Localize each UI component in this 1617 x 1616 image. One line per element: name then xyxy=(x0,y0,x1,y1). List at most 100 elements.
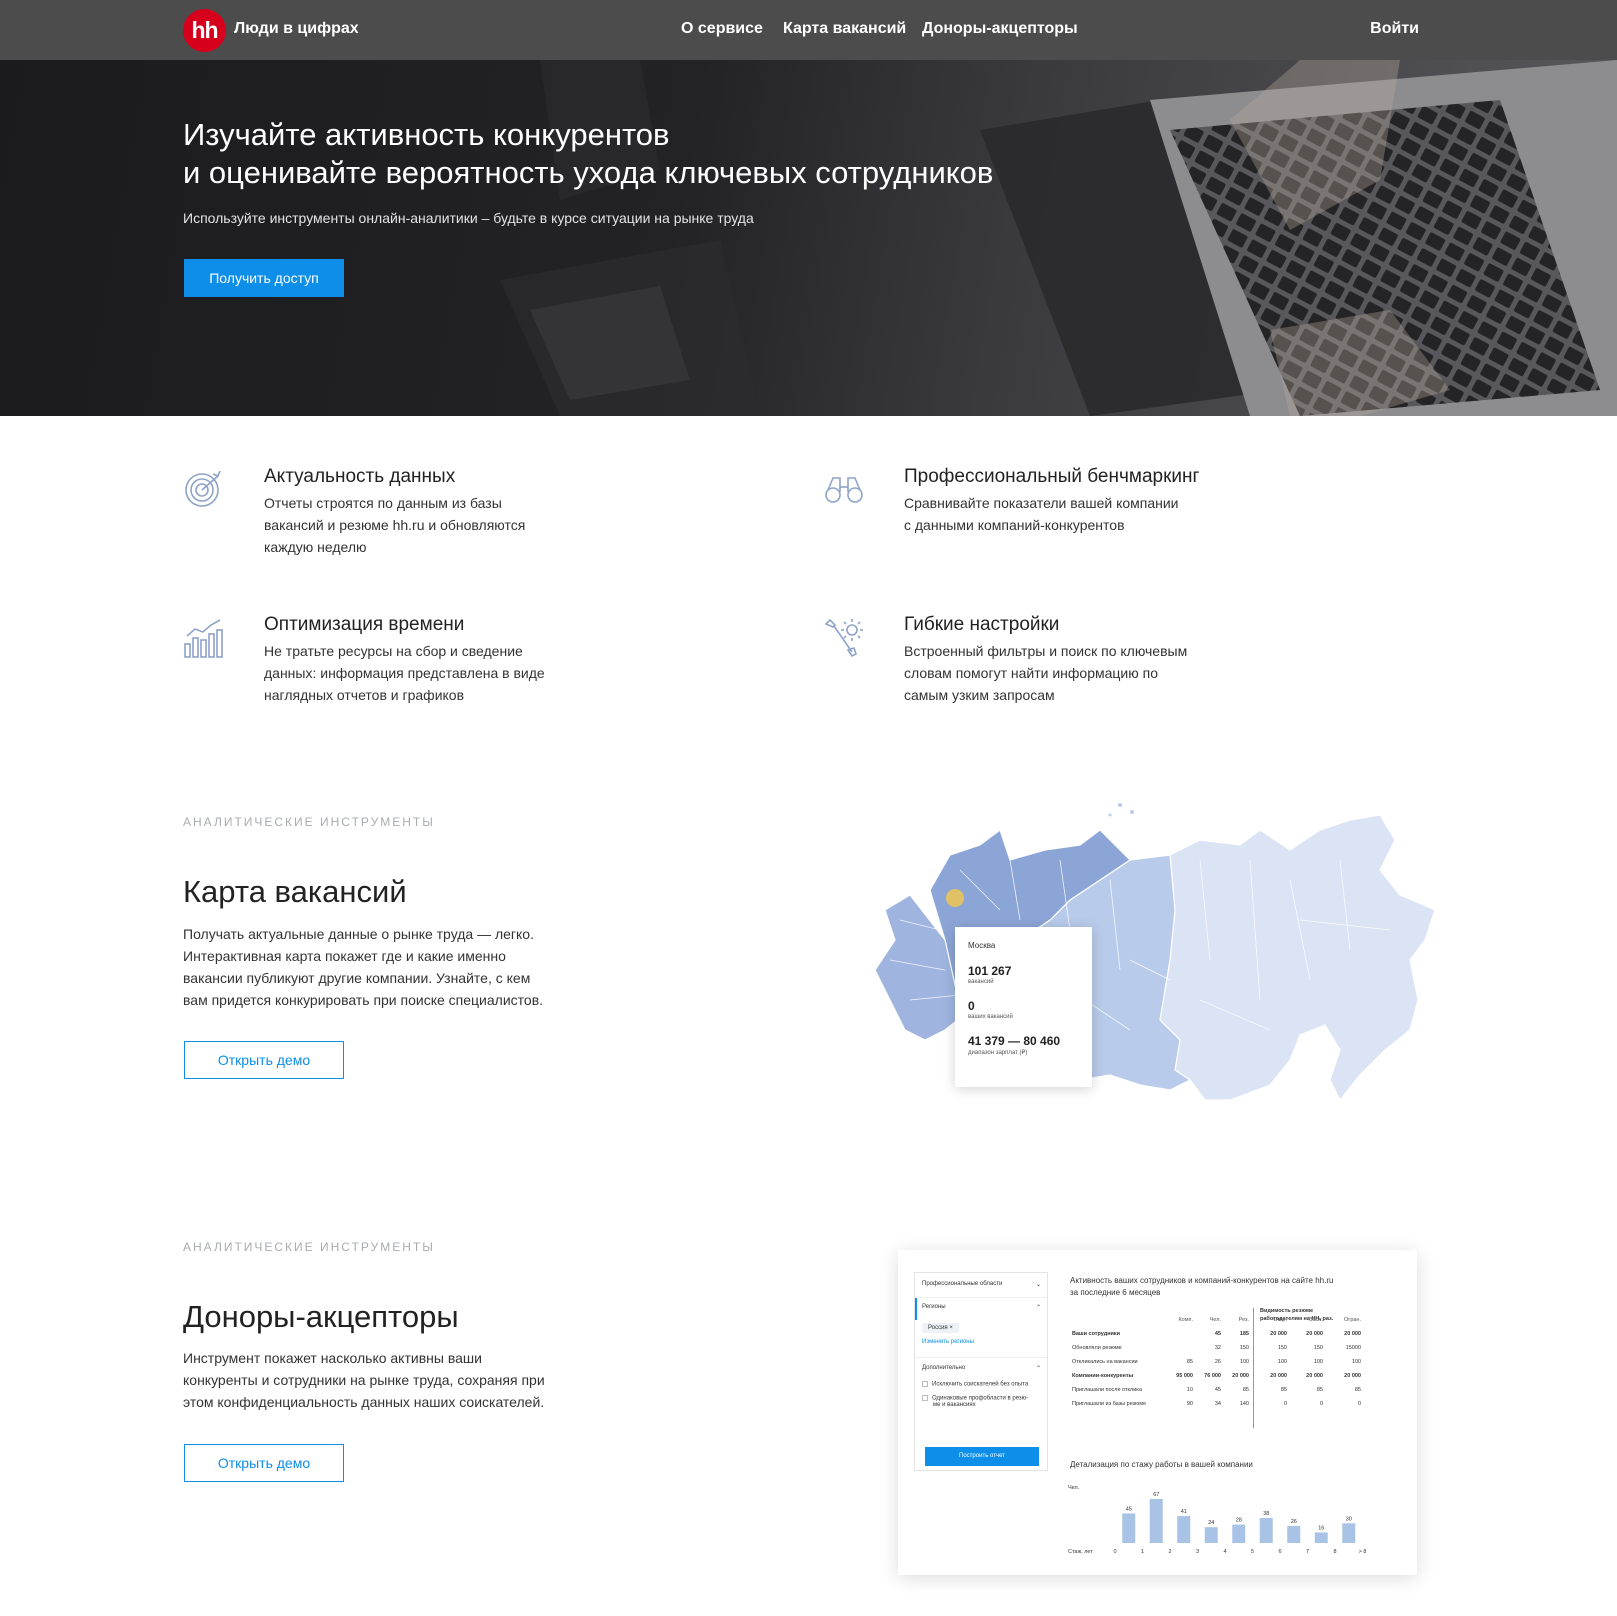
table-cell: 20 000 xyxy=(1232,1373,1249,1379)
moscow-marker[interactable] xyxy=(946,889,964,907)
table-cell: 95 000 xyxy=(1176,1373,1193,1379)
remove-icon[interactable]: × xyxy=(949,1325,953,1331)
table-cell: 185 xyxy=(1239,1331,1249,1337)
experience-chart-title: Детализация по стажу работы в вашей комп… xyxy=(1070,1460,1253,1469)
hh-logo[interactable]: hh xyxy=(183,9,226,52)
x-tick-label: 1 xyxy=(1141,1549,1144,1555)
option-label: Одинаковые профобласти в резю- xyxy=(932,1395,1029,1402)
tooltip-your-vacancies-label: ваших вакансий xyxy=(968,1014,1013,1020)
table-cell xyxy=(1164,1341,1196,1355)
bar-3[interactable] xyxy=(1204,1527,1218,1543)
feature-line: вакансий и резюме hh.ru и обновляются xyxy=(264,517,526,533)
hero-laptop-image xyxy=(500,60,1617,416)
feature-line: Встроенный фильтры и поиск по ключевым xyxy=(904,643,1188,659)
donors-section-eyebrow: АНАЛИТИЧЕСКИЕ ИНСТРУМЕНТЫ xyxy=(183,1240,435,1254)
table-header-cell: Чел. xyxy=(1209,1317,1221,1323)
x-tick-label: > 8 xyxy=(1359,1549,1366,1555)
bar-8[interactable] xyxy=(1342,1523,1356,1543)
x-tick-label: 0 xyxy=(1113,1549,1116,1555)
bar-value-label: 38 xyxy=(1263,1511,1269,1517)
table-row: Компании-конкуренты 95 000 76 000 20 000 20… xyxy=(1069,1369,1364,1383)
hero-subtitle: Используйте инструменты онлайн-аналитики… xyxy=(183,210,754,226)
filter-panel: Профессиональные области ⌄ Регионы ⌃ Рос… xyxy=(914,1272,1048,1471)
checkbox[interactable] xyxy=(922,1381,928,1387)
map-section-title: Карта вакансий xyxy=(183,874,407,909)
section-line: Инструмент покажет насколько активны ваш… xyxy=(183,1350,482,1366)
section-line: вакансии публикуют другие компании. Узна… xyxy=(183,970,531,986)
nav-donors-acceptors[interactable]: Доноры-акцепторы xyxy=(922,20,1078,38)
table-cell: 0 xyxy=(1357,1401,1361,1407)
bar-value-label: 41 xyxy=(1181,1509,1187,1515)
table-cell: 76 000 xyxy=(1204,1373,1221,1379)
bar-value-label: 30 xyxy=(1346,1516,1352,1522)
filter-prof-areas[interactable]: Профессиональные области ⌄ xyxy=(915,1281,1047,1288)
site-name-link[interactable]: Люди в цифрах xyxy=(234,20,359,38)
option-exclude-no-experience[interactable]: Исключить соискателей без опыта xyxy=(915,1381,1047,1388)
table-cell: 150 xyxy=(1239,1345,1249,1351)
table-cell: 140 xyxy=(1239,1401,1249,1407)
vacancy-map-demo-button[interactable]: Открыть демо xyxy=(184,1041,344,1079)
table-header-cell: Засл. xyxy=(1309,1317,1323,1323)
feature-line: Не тратьте ресурсы на сбор и сведение xyxy=(264,643,523,659)
feature-title-benchmarking: Профессиональный бенчмаркинг xyxy=(904,466,1200,487)
feature-line: с данными компаний-конкурентов xyxy=(904,517,1125,533)
nav-about[interactable]: О сервисе xyxy=(681,20,763,38)
region-tooltip: Москва 101 267 вакансий 0 ваших вакансий… xyxy=(955,927,1092,1087)
report-title-line-1: Активность ваших сотрудников и компаний-… xyxy=(1070,1276,1334,1285)
table-cell: 45 xyxy=(1214,1387,1221,1393)
login-link[interactable]: Войти xyxy=(1370,20,1419,38)
table-cell: 100 xyxy=(1277,1359,1287,1365)
table-cell: 10 xyxy=(1186,1387,1193,1393)
table-cell: 20 000 xyxy=(1306,1373,1323,1379)
table-row: Обновляли резюме 32 150 150 150 15000 xyxy=(1069,1341,1364,1355)
table-cell: 45 xyxy=(1214,1331,1221,1337)
hero-title-line-2: и оценивайте вероятность ухода ключевых … xyxy=(183,155,994,190)
bar-chart-icon xyxy=(184,619,223,658)
bar-value-label: 16 xyxy=(1318,1525,1324,1531)
filter-regions[interactable]: Регионы ⌃ xyxy=(915,1304,1047,1311)
section-line: Получать актуальные данные о рынке труда… xyxy=(183,926,534,942)
feature-line: наглядных отчетов и графиков xyxy=(264,687,465,703)
build-report-button[interactable]: Построить отчет xyxy=(925,1447,1039,1466)
bar-2[interactable] xyxy=(1177,1516,1191,1543)
row-label: Откликались на вакансии xyxy=(1072,1359,1138,1365)
table-row: Ваши сотрудники 45 185 20 000 20 000 20 000 xyxy=(1069,1327,1364,1341)
bar-1[interactable] xyxy=(1149,1498,1163,1543)
bar-value-label: 28 xyxy=(1236,1518,1242,1524)
filter-extra[interactable]: Дополнительно ⌃ xyxy=(915,1365,1047,1372)
bar-6[interactable] xyxy=(1287,1525,1301,1543)
change-regions-link[interactable]: Изменить регионы xyxy=(915,1339,1047,1345)
table-cell xyxy=(1164,1327,1196,1341)
bar-7[interactable] xyxy=(1314,1532,1328,1543)
x-tick-label: 6 xyxy=(1278,1549,1281,1555)
bar-4[interactable] xyxy=(1232,1524,1246,1543)
report-table: Комп. Чел. Рез. Откр. Засл. Огран. Ваши … xyxy=(1069,1313,1364,1411)
x-tick-label: 7 xyxy=(1306,1549,1309,1555)
nav-vacancy-map[interactable]: Карта вакансий xyxy=(783,20,906,38)
feature-line: Отчеты строятся по данным из базы xyxy=(264,495,502,511)
tooltip-your-vacancies: 0 xyxy=(968,999,975,1013)
feature-title-data-freshness: Актуальность данных xyxy=(264,466,456,487)
tooltip-salary-label: диапазон зарплат (₽) xyxy=(968,1050,1028,1056)
donors-section-text: Инструмент покажет насколько активны ваш… xyxy=(183,1347,563,1413)
binoculars-icon xyxy=(825,477,863,503)
table-row: Приглашали после отклика 10 45 85 85 85 85 xyxy=(1069,1383,1364,1397)
option-label-line-2: ме и вакансиях xyxy=(933,1401,976,1408)
bar-5[interactable] xyxy=(1259,1518,1273,1543)
option-same-prof-areas[interactable]: Одинаковые профобласти в резю- ме и вака… xyxy=(915,1395,1047,1408)
region-tag[interactable]: Россия × xyxy=(922,1323,959,1333)
report-preview-card: Профессиональные области ⌄ Регионы ⌃ Рос… xyxy=(898,1250,1417,1575)
table-cell: 32 xyxy=(1214,1345,1221,1351)
row-label: Приглашали из базы резюме xyxy=(1072,1401,1147,1407)
feature-line: Сравнивайте показатели вашей компании xyxy=(904,495,1179,511)
option-label: Исключить соискателей без опыта xyxy=(932,1381,1029,1388)
table-cell: 20 000 xyxy=(1270,1373,1287,1379)
donors-demo-button[interactable]: Открыть демо xyxy=(184,1444,344,1482)
table-header-cell: Откр. xyxy=(1273,1317,1287,1323)
bar-0[interactable] xyxy=(1122,1513,1136,1543)
table-cell: 150 xyxy=(1277,1345,1287,1351)
settings-tools-icon xyxy=(824,618,863,658)
checkbox[interactable] xyxy=(922,1395,928,1401)
get-access-button[interactable]: Получить доступ xyxy=(184,259,344,297)
table-header-cell: Огран. xyxy=(1344,1317,1361,1323)
